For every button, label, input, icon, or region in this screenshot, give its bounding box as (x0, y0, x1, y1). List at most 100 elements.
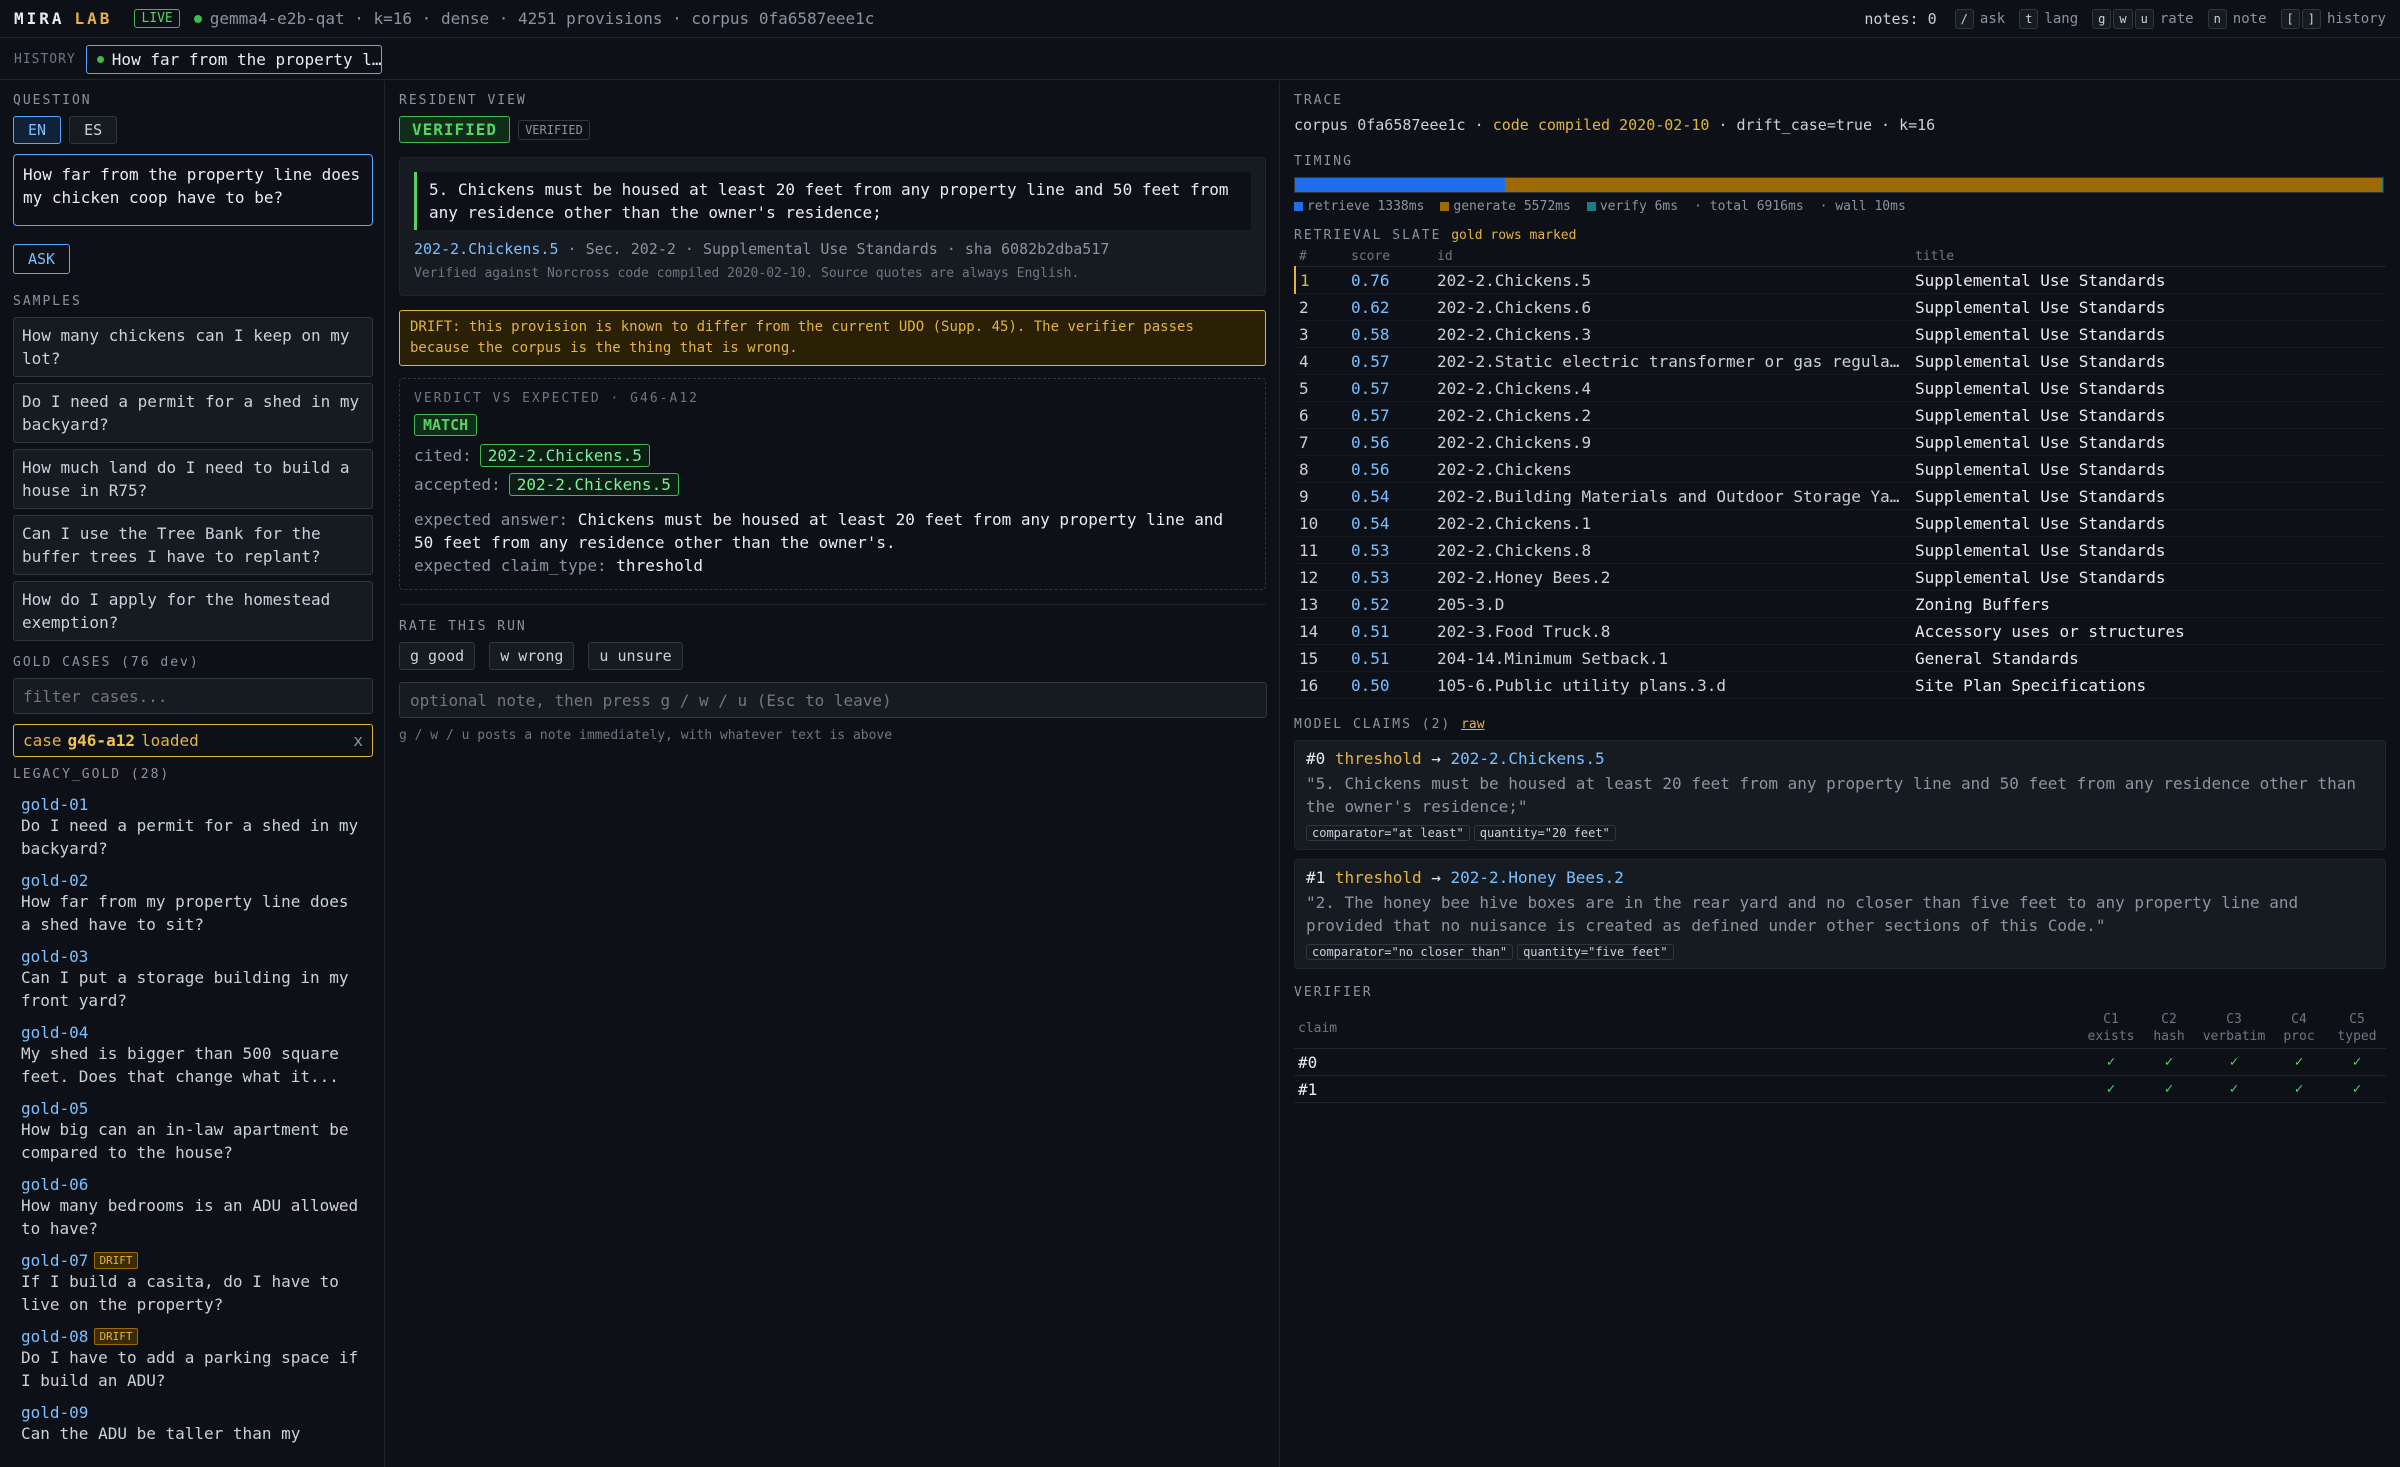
table-row[interactable]: 4 0.57 202-2.Static electric transformer o… (1295, 347, 2386, 375)
claims-heading-text: MODEL CLAIMS (2) (1294, 717, 1452, 732)
table-row[interactable]: 12 0.53 202-2.Honey Bees.2 Supplemental Use… (1295, 563, 2386, 591)
drift-badge: DRIFT (94, 1328, 138, 1345)
shortcut-keys: gwu (2092, 8, 2154, 29)
language-toggle: EN ES (13, 116, 371, 144)
claim-quote: "5. Chickens must be housed at least 20 … (1306, 774, 2356, 816)
kbd-key[interactable]: ] (2301, 8, 2321, 29)
table-row[interactable]: 3 0.58 202-2.Chickens.3 Supplemental Use St… (1295, 320, 2386, 348)
sample-question-button[interactable]: How many chickens can I keep on my lot? (13, 317, 373, 377)
gold-case-id-text: gold-01 (21, 795, 89, 814)
legacy-gold-heading: LEGACY_GOLD (28) (13, 767, 171, 782)
shortcut: t lang (2019, 8, 2079, 29)
note-input[interactable] (399, 682, 1267, 718)
kbd-key[interactable]: g (2092, 8, 2112, 29)
table-row[interactable]: 5 0.57 202-2.Chickens.4 Supplemental Use St… (1295, 374, 2386, 402)
gold-case-item[interactable]: gold-06 How many bedrooms is an ADU allow… (13, 1172, 371, 1243)
raw-link[interactable]: raw (1461, 717, 1484, 732)
case-suffix: loaded (140, 731, 199, 750)
shortcut-label: lang (2044, 10, 2079, 27)
gold-case-item[interactable]: gold-03 Can I put a storage building in m… (13, 944, 371, 1015)
slate-score: 0.51 (1347, 644, 1433, 672)
citation-link[interactable]: 202-2.Chickens.5 (414, 240, 559, 258)
close-icon[interactable]: x (353, 731, 363, 750)
lang-es-button[interactable]: ES (69, 116, 118, 144)
verifier-claim: #0 (1294, 1048, 2082, 1076)
table-row[interactable]: 14 0.51 202-3.Food Truck.8 Accessory uses o… (1295, 617, 2386, 645)
lang-en-button[interactable]: EN (13, 116, 62, 144)
check-icon: ✓ (2270, 1075, 2328, 1103)
trace-line: corpus 0fa6587eee1c · code compiled 2020… (1294, 116, 2387, 134)
table-row[interactable]: 7 0.56 202-2.Chickens.9 Supplemental Use St… (1295, 428, 2386, 456)
gold-case-item[interactable]: gold-01 Do I need a permit for a shed in … (13, 792, 371, 863)
slate-score: 0.57 (1347, 374, 1433, 402)
question-input[interactable]: How far from the property line does my c… (13, 154, 373, 226)
gold-cases-heading: GOLD CASES (76 dev) (13, 655, 200, 670)
gold-case-item[interactable]: gold-09 Can the ADU be taller than my (13, 1400, 371, 1448)
gold-case-id-text: gold-06 (21, 1175, 89, 1194)
ask-button[interactable]: ASK (13, 244, 71, 274)
rate-wrong-button[interactable]: w wrong (489, 642, 575, 670)
rate-unsure-button[interactable]: u unsure (588, 642, 683, 670)
sample-question-button[interactable]: How much land do I need to build a house… (13, 449, 373, 509)
shortcut-keys: n (2207, 8, 2227, 29)
gold-case-id: gold-05 (21, 1099, 363, 1118)
retrieval-slate-heading: RETRIEVAL SLATE gold rows marked (1294, 228, 2387, 243)
kbd-key[interactable]: u (2134, 8, 2154, 29)
slate-id: 202-2.Chickens.5 (1433, 266, 1911, 294)
loaded-case-banner: case g46-a12 loaded x (13, 724, 373, 757)
kbd-key[interactable]: [ (2280, 8, 2300, 29)
claim-pills: comparator="no closer than" quantity="fiv… (1306, 941, 2374, 960)
case-id: g46-a12 (67, 731, 135, 750)
table-row[interactable]: 10 0.54 202-2.Chickens.1 Supplemental Use S… (1295, 509, 2386, 537)
table-row[interactable]: 11 0.53 202-2.Chickens.8 Supplemental Use S… (1295, 536, 2386, 564)
kbd-key[interactable]: t (2019, 8, 2039, 29)
live-badge: LIVE (134, 9, 180, 28)
gold-case-item[interactable]: gold-02 How far from my property line doe… (13, 868, 371, 939)
claim-target-link[interactable]: 202-2.Chickens.5 (1451, 749, 1605, 768)
slate-title: Supplemental Use Standards (1911, 536, 2386, 564)
filter-cases-input[interactable] (13, 678, 373, 714)
shortcut-label: ask (1979, 10, 2006, 27)
gold-case-item[interactable]: gold-08 DRIFT Do I have to add a parking s… (13, 1324, 371, 1395)
claim-pills: comparator="at least" quantity="20 feet" (1306, 822, 2374, 841)
verifier-col-name: verbatim (2202, 1029, 2266, 1044)
gold-case-item[interactable]: gold-04 My shed is bigger than 500 square… (13, 1020, 371, 1091)
sample-question-button[interactable]: Do I need a permit for a shed in my back… (13, 383, 373, 443)
notes-count: notes: 0 (1864, 9, 1937, 28)
claim-index: #1 (1306, 868, 1335, 887)
table-row[interactable]: 2 0.62 202-2.Chickens.6 Supplemental Use St… (1295, 293, 2386, 321)
history-chip[interactable]: How far from the property l… (85, 44, 382, 74)
drift-warning: DRIFT: this provision is known to differ… (399, 310, 1266, 366)
rate-good-button[interactable]: g good (399, 642, 476, 670)
brand-name: MIRA (14, 9, 65, 28)
table-row[interactable]: 15 0.51 204-14.Minimum Setback.1 General St… (1295, 644, 2386, 672)
check-icon: ✓ (2082, 1075, 2140, 1103)
gold-case-id-text: gold-03 (21, 947, 89, 966)
gold-case-question: Can I put a storage building in my front… (21, 968, 349, 1010)
sample-question-button[interactable]: How do I apply for the homestead exempti… (13, 581, 373, 641)
gold-case-item[interactable]: gold-07 DRIFT If I build a casita, do I ha… (13, 1248, 371, 1319)
claim-target-link[interactable]: 202-2.Honey Bees.2 (1451, 868, 1624, 887)
verifier-col: C3 verbatim (2198, 1008, 2270, 1049)
table-row[interactable]: 1 0.76 202-2.Chickens.5 Supplemental Use St… (1294, 266, 2386, 294)
table-row[interactable]: 9 0.54 202-2.Building Materials and Outdoo… (1295, 482, 2386, 510)
kbd-key[interactable]: / (1954, 8, 1974, 29)
sample-question-button[interactable]: Can I use the Tree Bank for the buffer t… (13, 515, 373, 575)
table-row[interactable]: 6 0.57 202-2.Chickens.2 Supplemental Use St… (1295, 401, 2386, 429)
resident-view-panel: RESIDENT VIEW VERIFIED VERIFIED 5. Chick… (386, 81, 1280, 1467)
table-row[interactable]: 13 0.52 205-3.D Zoning Buffers (1295, 590, 2386, 618)
table-row[interactable]: 8 0.56 202-2.Chickens Supplemental Use Stan… (1295, 455, 2386, 483)
gold-case-question: Do I have to add a parking space if I bu… (21, 1348, 359, 1390)
samples-list: How many chickens can I keep on my lot? D… (13, 317, 373, 641)
gold-case-question: How many bedrooms is an ADU allowed to h… (21, 1196, 359, 1238)
gold-case-item[interactable]: gold-05 How big can an in-law apartment b… (13, 1096, 371, 1167)
slate-score: 0.52 (1347, 590, 1433, 618)
kbd-key[interactable]: n (2207, 8, 2227, 29)
slate-id: 202-2.Chickens.4 (1433, 374, 1911, 402)
history-bar: HISTORY How far from the property l… (0, 39, 2400, 80)
claim-attribute: quantity="20 feet" (1473, 825, 1616, 841)
brand-suffix: LAB (74, 9, 113, 28)
table-row[interactable]: 16 0.50 105-6.Public utility plans.3.d Site… (1295, 671, 2386, 699)
kbd-key[interactable]: w (2113, 8, 2133, 29)
gold-case-question: How far from my property line does a she… (21, 892, 349, 934)
